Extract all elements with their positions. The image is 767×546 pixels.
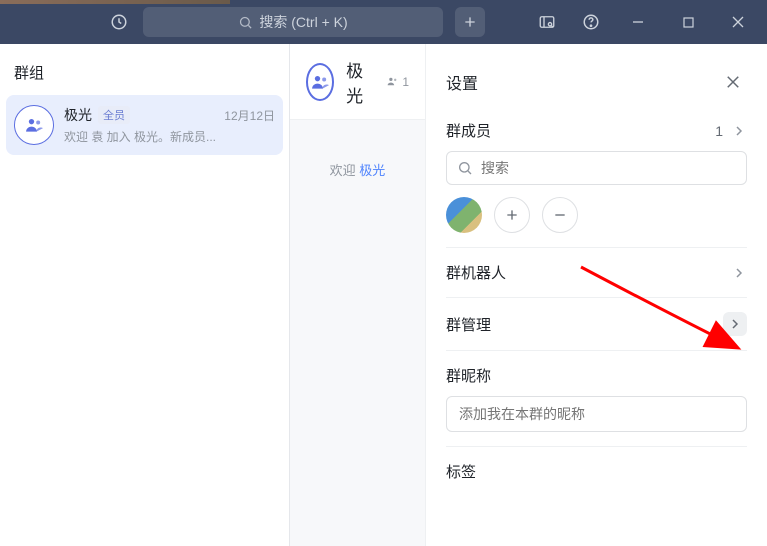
tags-section: 标签	[446, 447, 747, 496]
manage-label: 群管理	[446, 314, 491, 335]
sidebar-header: 群组	[0, 44, 289, 95]
member-search[interactable]	[446, 151, 747, 185]
member-search-input[interactable]	[481, 160, 736, 176]
history-icon	[110, 13, 128, 31]
manage-row[interactable]: 群管理	[446, 312, 747, 336]
nickname-input[interactable]	[459, 406, 734, 422]
close-settings-button[interactable]	[719, 68, 747, 96]
titlebar-accent	[0, 0, 230, 4]
add-member-button[interactable]	[494, 197, 530, 233]
welcome-link[interactable]: 极光	[359, 163, 385, 178]
bots-section: 群机器人	[446, 248, 747, 298]
bots-row[interactable]: 群机器人	[446, 262, 747, 283]
chevron-right-icon	[723, 312, 747, 336]
chat-preview: 欢迎 袁 加入 极光。新成员...	[64, 128, 275, 145]
nickname-label: 群昵称	[446, 365, 747, 386]
chat-list-item[interactable]: 极光 全员 12月12日 欢迎 袁 加入 极光。新成员...	[6, 95, 283, 155]
apps-icon	[538, 13, 556, 31]
close-window-button[interactable]	[717, 0, 759, 44]
plus-icon	[504, 207, 520, 223]
chat-list-sidebar: 群组 极光 全员 12月12日 欢迎 袁 加入 极光。新成员...	[0, 44, 290, 546]
chat-area: 极光 1 欢迎 极光	[290, 44, 425, 546]
maximize-icon	[683, 17, 694, 28]
title-bar: 搜索 (Ctrl + K)	[0, 0, 767, 44]
people-icon	[310, 72, 330, 92]
chat-member-count: 1	[386, 75, 409, 89]
members-row[interactable]: 群成员 1	[446, 120, 747, 141]
group-avatar	[14, 105, 54, 145]
chat-header: 极光 1	[290, 44, 425, 120]
global-search[interactable]: 搜索 (Ctrl + K)	[143, 7, 443, 37]
minimize-button[interactable]	[617, 0, 659, 44]
settings-panel: 设置 群成员 1	[425, 44, 767, 546]
nickname-input-wrap[interactable]	[446, 396, 747, 432]
minimize-icon	[632, 16, 644, 28]
history-button[interactable]	[103, 6, 135, 38]
help-button[interactable]	[573, 6, 609, 38]
close-icon	[732, 16, 744, 28]
chat-time: 12月12日	[224, 107, 275, 124]
chat-badge: 全员	[98, 106, 130, 124]
help-icon	[582, 13, 600, 31]
chat-name: 极光	[64, 105, 92, 125]
bots-label: 群机器人	[446, 262, 506, 283]
members-icon	[386, 75, 399, 88]
apps-button[interactable]	[529, 6, 565, 38]
search-icon	[238, 15, 253, 30]
members-count: 1	[715, 123, 723, 139]
maximize-button[interactable]	[667, 0, 709, 44]
chat-header-avatar[interactable]	[306, 63, 334, 101]
chat-title: 极光	[346, 57, 370, 107]
search-icon	[457, 160, 473, 176]
manage-section: 群管理	[446, 298, 747, 351]
close-icon	[724, 73, 742, 91]
chevron-right-icon	[731, 123, 747, 139]
member-avatar[interactable]	[446, 197, 482, 233]
tags-label: 标签	[446, 461, 747, 482]
settings-title: 设置	[446, 70, 478, 94]
chat-body: 欢迎 极光	[290, 120, 425, 179]
remove-member-button[interactable]	[542, 197, 578, 233]
chevron-right-icon	[731, 265, 747, 281]
minus-icon	[552, 207, 568, 223]
members-section: 群成员 1	[446, 106, 747, 248]
plus-icon	[462, 14, 478, 30]
welcome-text: 欢迎	[330, 163, 360, 178]
search-placeholder: 搜索 (Ctrl + K)	[259, 12, 347, 32]
members-label: 群成员	[446, 120, 491, 141]
nickname-section: 群昵称	[446, 351, 747, 447]
new-button[interactable]	[455, 7, 485, 37]
people-icon	[24, 115, 44, 135]
